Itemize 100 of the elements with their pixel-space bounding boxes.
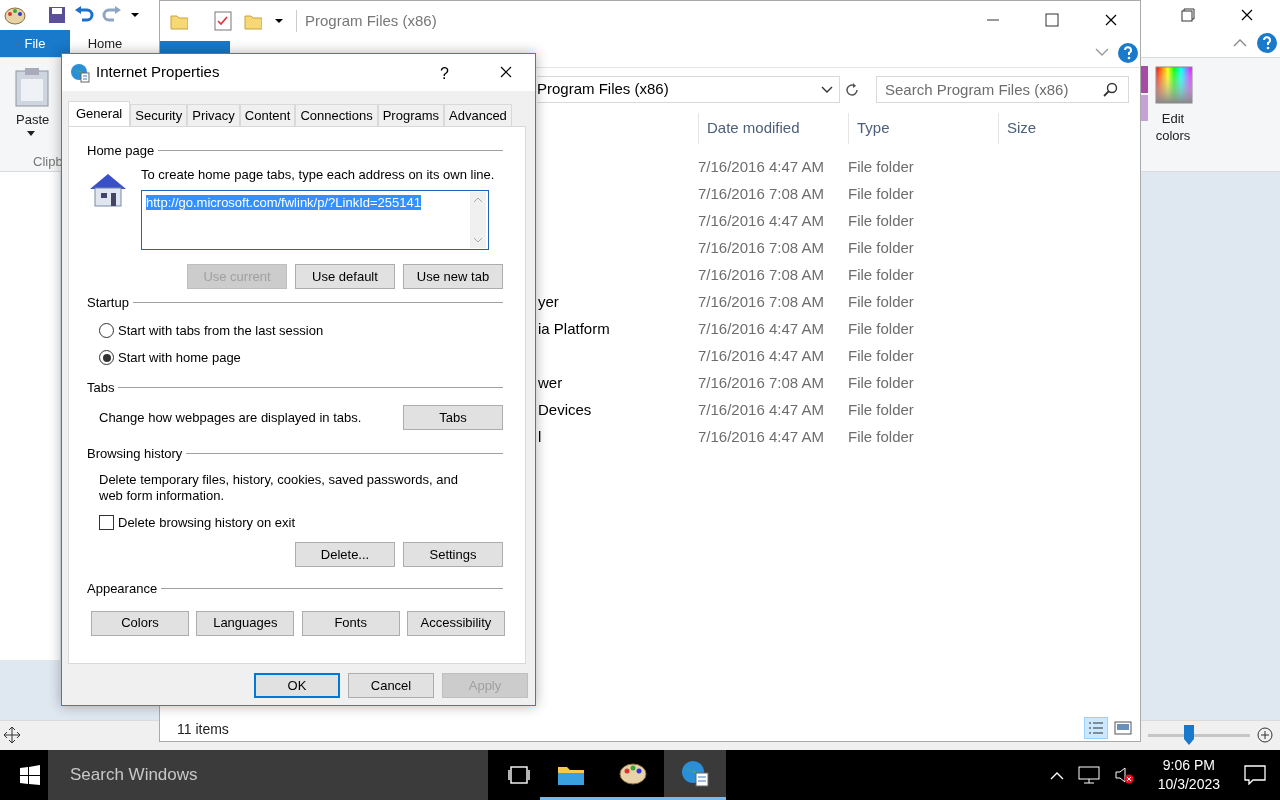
ribbon-tab[interactable]: File: [0, 30, 70, 57]
color-spectrum-icon[interactable]: [1155, 66, 1193, 104]
help-icon[interactable]: [1257, 33, 1277, 53]
move-icon: [4, 727, 20, 743]
close-icon[interactable]: [1240, 8, 1254, 22]
tabs-button[interactable]: Tabs: [403, 405, 503, 430]
file-name[interactable]: yer: [538, 293, 559, 311]
refresh-icon[interactable]: [844, 82, 860, 98]
home-page-button[interactable]: Use new tab: [403, 264, 503, 289]
restore-icon[interactable]: [1181, 8, 1195, 22]
type-cell-text: File folder: [848, 319, 915, 340]
column-header[interactable]: Type: [848, 113, 998, 144]
slider-thumb[interactable]: [1183, 725, 1194, 745]
dialog-button[interactable]: OK: [254, 673, 340, 698]
checkbox-label[interactable]: Delete browsing history on exit: [118, 512, 296, 532]
section-heading: Browsing history: [87, 445, 183, 463]
chevron-down-icon[interactable]: [821, 85, 833, 94]
type-cell-text: File folder: [848, 427, 915, 448]
dialog-tab[interactable]: Content: [239, 104, 296, 126]
column-header[interactable]: Date modified: [698, 113, 848, 144]
palette-icon: [4, 5, 26, 25]
date-cell-text: 7/16/2016 4:47 AM: [698, 319, 825, 340]
clipboard-icon[interactable]: [15, 67, 49, 107]
address-bar[interactable]: Program Files (x86): [537, 76, 840, 103]
zoom-in-icon[interactable]: [1257, 727, 1273, 743]
task-view-icon[interactable]: [508, 766, 530, 784]
globe-icon: [680, 758, 710, 789]
notification-icon[interactable]: [1244, 765, 1266, 785]
type-cell-text: File folder: [848, 346, 915, 367]
taskbar-app[interactable]: [664, 750, 726, 800]
dialog-tab[interactable]: Privacy: [187, 104, 240, 126]
undo-icon[interactable]: [74, 6, 94, 24]
selected-url: http://go.microsoft.com/fwlink/p/?LinkId=255141: [146, 195, 421, 210]
windows-start-icon[interactable]: [20, 765, 40, 785]
checkbox[interactable]: [99, 514, 114, 530]
history-button[interactable]: Delete...: [295, 542, 395, 567]
thumbnail-view-icon[interactable]: [1114, 720, 1132, 736]
history-button[interactable]: Settings: [403, 542, 503, 567]
save-icon[interactable]: [48, 6, 66, 24]
search-box[interactable]: Search Windows: [48, 750, 488, 800]
type-cell-text: File folder: [848, 400, 915, 421]
search-icon[interactable]: [1102, 82, 1118, 98]
history-description: Delete temporary files, history, cookies, saved passwords, and web form information.: [99, 471, 459, 504]
date-cell-text: 7/16/2016 4:47 AM: [698, 400, 825, 421]
radio-label[interactable]: Start with home page: [118, 348, 241, 368]
date-cell-text: 7/16/2016 7:08 AM: [698, 265, 825, 286]
appearance-button[interactable]: Languages: [196, 610, 295, 636]
file-name[interactable]: l: [538, 428, 542, 446]
hint-text: To create home page tabs, type each address on its own line.: [141, 165, 495, 184]
help-button[interactable]: ?: [436, 62, 453, 86]
dialog-button[interactable]: Cancel: [348, 673, 434, 698]
dialog-tab[interactable]: General: [68, 101, 131, 126]
section-heading: Home page: [87, 142, 155, 160]
edit-colors-button[interactable]: Edit colors: [1150, 110, 1196, 144]
file-name[interactable]: ia Platform: [538, 320, 610, 338]
column-header[interactable]: Size: [998, 113, 1098, 144]
dropdown-icon[interactable]: [274, 16, 284, 26]
file-name[interactable]: wer: [538, 374, 563, 392]
muted-speaker-icon[interactable]: [1113, 766, 1134, 784]
section-heading: Appearance: [87, 580, 158, 598]
type-cell-text: File folder: [848, 238, 915, 259]
details-view-icon[interactable]: [1084, 717, 1108, 739]
caret-icon[interactable]: [27, 131, 35, 137]
date-cell-text: 7/16/2016 4:47 AM: [698, 157, 825, 178]
date-cell-text: 7/16/2016 4:47 AM: [698, 427, 825, 448]
clock-time[interactable]: 9:06 PM: [1157, 756, 1220, 775]
dialog-tab[interactable]: Programs: [377, 104, 445, 126]
appearance-button[interactable]: Colors: [91, 610, 189, 636]
date-cell-text: 7/16/2016 4:47 AM: [698, 211, 825, 232]
checklist-icon[interactable]: [214, 11, 232, 31]
maximize-icon[interactable]: [1045, 13, 1059, 27]
dialog-tab[interactable]: Connections: [295, 104, 378, 126]
radio-button[interactable]: [99, 322, 114, 338]
date-cell-text: 7/16/2016 7:08 AM: [698, 373, 825, 394]
date-cell-text: 7/16/2016 7:08 AM: [698, 184, 825, 205]
type-cell-text: File folder: [848, 373, 915, 394]
paste-button[interactable]: Paste: [16, 110, 50, 130]
scrollbar-drawing: [470, 192, 486, 248]
dialog-title: Internet Properties: [96, 62, 220, 83]
file-name[interactable]: Devices: [538, 401, 592, 419]
dialog-tab[interactable]: Advanced: [444, 104, 512, 126]
search-field[interactable]: Search Program Files (x86): [876, 76, 1129, 103]
type-cell-text: File folder: [848, 292, 915, 313]
section-heading: Startup: [87, 294, 129, 312]
section-heading: Tabs: [87, 378, 115, 397]
radio-label[interactable]: Start with tabs from the last session: [118, 320, 324, 340]
help-icon[interactable]: [1118, 43, 1138, 63]
type-cell-text: File folder: [848, 157, 915, 178]
home-page-button[interactable]: Use default: [295, 264, 395, 289]
clock-date[interactable]: 10/3/2023: [1157, 775, 1220, 794]
appearance-button[interactable]: Accessibility: [407, 610, 505, 636]
close-icon[interactable]: [1104, 13, 1118, 27]
appearance-button[interactable]: Fonts: [301, 610, 400, 636]
date-cell-text: 7/16/2016 7:08 AM: [698, 238, 825, 259]
radio-button[interactable]: [99, 350, 114, 366]
address-text: Program Files (x86): [537, 79, 669, 100]
dropdown-icon[interactable]: [130, 10, 140, 20]
close-icon[interactable]: [499, 65, 513, 79]
date-cell-text: 7/16/2016 7:08 AM: [698, 292, 825, 313]
dialog-tab[interactable]: Security: [130, 104, 188, 126]
